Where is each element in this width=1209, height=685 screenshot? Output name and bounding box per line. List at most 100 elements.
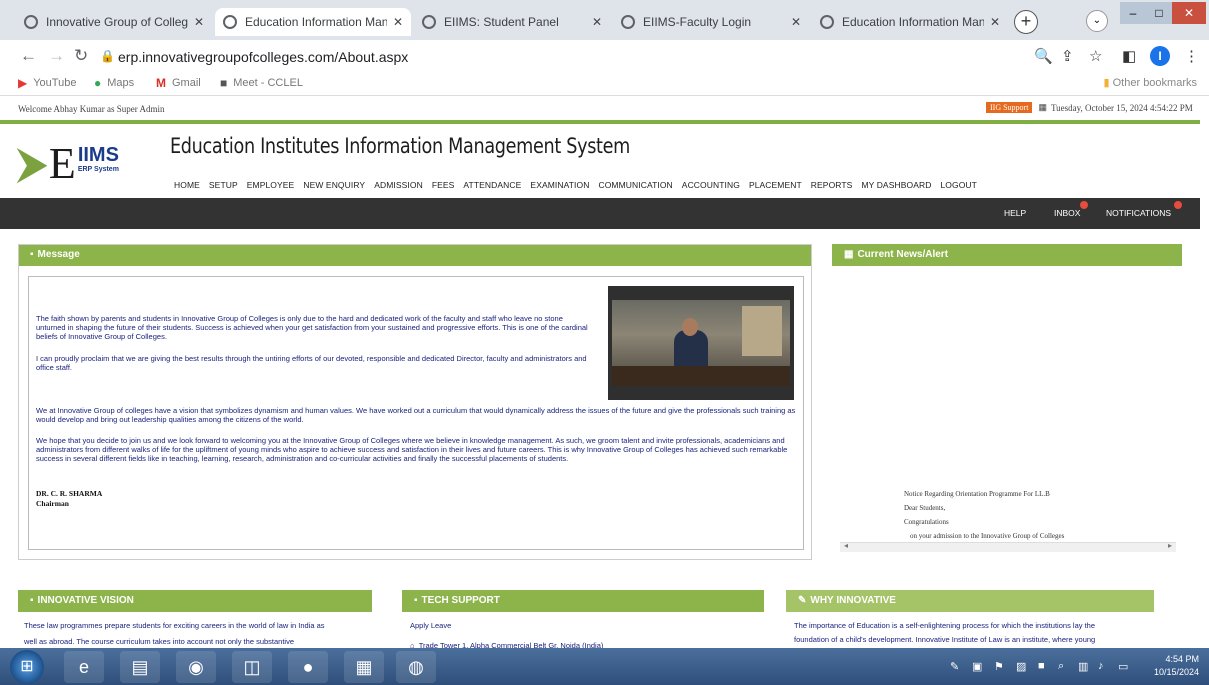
- inbox-link[interactable]: INBOX: [1054, 208, 1080, 218]
- tab-innovative-group[interactable]: Innovative Group of Colleges ✕: [16, 8, 212, 36]
- zoom-icon[interactable]: 🔍: [1034, 47, 1053, 65]
- profile-chevron-icon[interactable]: ⌄: [1086, 10, 1108, 32]
- sidepanel-icon[interactable]: ◧: [1122, 47, 1136, 65]
- new-tab-button[interactable]: +: [1014, 10, 1038, 34]
- close-icon[interactable]: ✕: [393, 15, 403, 29]
- tray-icon-4[interactable]: ▨: [1016, 660, 1026, 673]
- graduation-cap-icon: ⮞: [18, 142, 47, 186]
- volume-icon[interactable]: ♪: [1098, 660, 1104, 672]
- bookmark-meet[interactable]: ■ Meet - CCLEL: [220, 76, 303, 90]
- chrome-icon[interactable]: ◉: [176, 651, 216, 683]
- menu-item-communication[interactable]: COMMUNICATION: [598, 180, 672, 190]
- tab-title: EIIMS: Student Panel: [444, 15, 559, 29]
- menu-item-admission[interactable]: ADMISSION: [374, 180, 423, 190]
- globe-icon: [820, 15, 834, 29]
- tab-title: Education Information Mana: [245, 15, 387, 29]
- menu-item-attendance[interactable]: ATTENDANCE: [463, 180, 521, 190]
- bookmark-gmail[interactable]: M Gmail: [156, 76, 201, 90]
- minimize-button[interactable]: –: [1120, 2, 1146, 24]
- app-icon[interactable]: ◫: [232, 651, 272, 683]
- bookmark-label: Maps: [107, 77, 135, 89]
- person-head: [682, 318, 698, 336]
- forward-icon[interactable]: →: [48, 46, 65, 66]
- message-paragraph-4: We hope that you decide to join us and w…: [36, 436, 788, 463]
- scroll-left-icon[interactable]: ◂: [844, 541, 848, 550]
- menu-item-employee[interactable]: EMPLOYEE: [247, 180, 295, 190]
- tab-education-info-2[interactable]: Education Information Manac ✕: [812, 8, 1008, 36]
- other-bookmarks[interactable]: ▮ Other bookmarks: [1104, 76, 1198, 89]
- support-badge[interactable]: IIG Support: [986, 102, 1033, 113]
- other-bookmarks-label: Other bookmarks: [1112, 77, 1197, 89]
- bookmark-star-icon[interactable]: ☆: [1089, 47, 1102, 65]
- word-icon[interactable]: ▦: [344, 651, 384, 683]
- globe-icon: [621, 15, 635, 29]
- why-heading: WHY INNOVATIVE: [810, 595, 896, 606]
- menu-item-logout[interactable]: LOGOUT: [940, 180, 977, 190]
- tab-title: Innovative Group of Colleges: [46, 15, 188, 29]
- help-link[interactable]: HELP: [1004, 208, 1026, 218]
- main-menu: HOME SETUP EMPLOYEE NEW ENQUIRY ADMISSIO…: [174, 180, 977, 190]
- office-scene: [612, 300, 790, 386]
- close-icon[interactable]: ✕: [990, 15, 1000, 29]
- news-scrollbar[interactable]: ◂ ▸: [840, 541, 1176, 552]
- maximize-button[interactable]: □: [1146, 2, 1172, 24]
- clock-date: 10/15/2024: [1154, 667, 1200, 677]
- logo-name: IIMS: [77, 144, 119, 166]
- back-icon[interactable]: ←: [20, 46, 37, 66]
- firefox-icon[interactable]: ●: [288, 651, 328, 683]
- menu-dots-icon[interactable]: ⋮: [1184, 47, 1199, 65]
- signatory-designation: Chairman: [36, 499, 69, 508]
- globe-icon: [24, 15, 38, 29]
- tray-icon-3[interactable]: ⚑: [994, 660, 1004, 673]
- news-line-1[interactable]: Notice Regarding Orientation Programme F…: [904, 490, 1050, 498]
- page-title: Education Institutes Information Managem…: [170, 134, 630, 158]
- bookmark-maps[interactable]: ● Maps: [94, 76, 134, 90]
- clock[interactable]: 4:54 PM 10/15/2024: [1154, 653, 1199, 679]
- header-right: IIG Support ▦ Tuesday, October 15, 2024 …: [986, 102, 1193, 113]
- scroll-right-icon[interactable]: ▸: [1168, 541, 1172, 550]
- tray-icon-2[interactable]: ▣: [972, 660, 982, 673]
- bookmark-youtube[interactable]: ▶ YouTube: [18, 76, 76, 90]
- close-icon[interactable]: ✕: [194, 15, 204, 29]
- menu-item-new-enquiry[interactable]: NEW ENQUIRY: [303, 180, 365, 190]
- menu-item-home[interactable]: HOME: [174, 180, 200, 190]
- menu-item-my-dashboard[interactable]: MY DASHBOARD: [861, 180, 931, 190]
- close-window-button[interactable]: ✕: [1172, 2, 1206, 24]
- vision-line-1: These law programmes prepare students fo…: [24, 621, 325, 630]
- notifications-link[interactable]: NOTIFICATIONS: [1106, 208, 1171, 218]
- ie-icon[interactable]: e: [64, 651, 104, 683]
- network-icon[interactable]: ▥: [1078, 660, 1088, 673]
- app2-icon[interactable]: ◍: [396, 651, 436, 683]
- tab-education-info[interactable]: Education Information Mana ✕: [215, 8, 411, 36]
- inbox-badge: [1080, 201, 1088, 209]
- why-panel-header: ✎ WHY INNOVATIVE: [786, 590, 1154, 612]
- reload-icon[interactable]: ↻: [74, 46, 88, 66]
- explorer-icon[interactable]: ▤: [120, 651, 160, 683]
- close-icon[interactable]: ✕: [791, 15, 801, 29]
- close-icon[interactable]: ✕: [592, 15, 602, 29]
- apply-leave-link[interactable]: Apply Leave: [410, 618, 451, 634]
- address-bar[interactable]: erp.innovativegroupofcolleges.com/About.…: [118, 49, 408, 65]
- tray-icon-5[interactable]: ■: [1038, 660, 1045, 672]
- tech-heading: TECH SUPPORT: [421, 595, 500, 606]
- vision-panel-header: ▪ INNOVATIVE VISION: [18, 590, 372, 612]
- share-icon[interactable]: ⇪: [1061, 47, 1074, 65]
- search-icon[interactable]: ⌕: [1058, 660, 1064, 673]
- monitor-icon[interactable]: ▭: [1118, 660, 1128, 673]
- tray-icon-1[interactable]: ✎: [950, 660, 959, 673]
- welcome-text: Welcome Abhay Kumar as Super Admin: [18, 104, 165, 114]
- menu-item-placement[interactable]: PLACEMENT: [749, 180, 802, 190]
- menu-item-examination[interactable]: EXAMINATION: [530, 180, 589, 190]
- menu-item-reports[interactable]: REPORTS: [811, 180, 853, 190]
- why-line-2: foundation of a child's development. Inn…: [794, 635, 1096, 644]
- tab-faculty-login[interactable]: EIIMS-Faculty Login ✕: [613, 8, 809, 36]
- youtube-icon: ▶: [18, 76, 28, 90]
- menu-item-setup[interactable]: SETUP: [209, 180, 238, 190]
- avatar[interactable]: I: [1150, 46, 1170, 66]
- eiims-logo[interactable]: ⮞ E IIMS ERP System: [18, 142, 119, 186]
- menu-item-fees[interactable]: FEES: [432, 180, 455, 190]
- start-button[interactable]: ⊞: [10, 650, 44, 684]
- tab-student-panel[interactable]: EIIMS: Student Panel ✕: [414, 8, 610, 36]
- menu-item-accounting[interactable]: ACCOUNTING: [682, 180, 740, 190]
- tech-support-panel-header: ▪ TECH SUPPORT: [402, 590, 764, 612]
